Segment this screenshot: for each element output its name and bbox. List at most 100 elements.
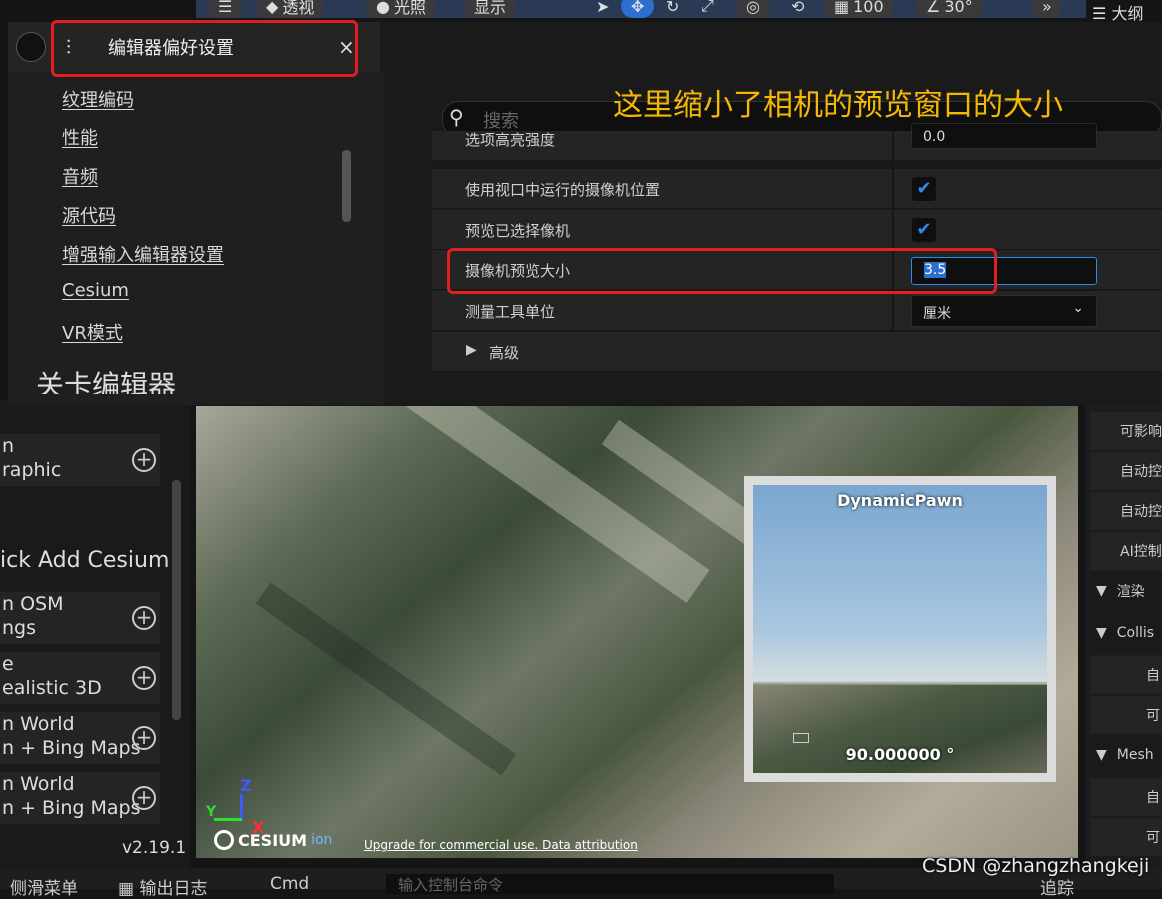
- details-row[interactable]: 自: [1090, 656, 1162, 694]
- category-nav: 纹理编码 性能 音频 源代码 增强输入编辑器设置 Cesium VR模式 关卡编…: [8, 72, 384, 405]
- expand-arrow-icon: ▼: [1096, 625, 1107, 641]
- scrollbar[interactable]: [172, 480, 181, 720]
- highlight-intensity-field[interactable]: 0.0: [911, 123, 1097, 149]
- add-icon[interactable]: +: [132, 786, 156, 810]
- details-panel: 可影响 自动控 自动控 AI控制 ▼ 渲染 ▼ Collis 自 可 ▼ Mesh 自…: [1086, 400, 1162, 870]
- expand-arrow-icon: ▼: [1096, 583, 1107, 599]
- section-label: Collis: [1116, 625, 1155, 641]
- add-icon[interactable]: +: [132, 606, 156, 630]
- console-input[interactable]: 输入控制台命令: [386, 874, 834, 894]
- checkbox-checked-icon[interactable]: ✔: [912, 218, 936, 242]
- watermark: CSDN @zhangzhangkeji: [922, 855, 1150, 877]
- lighting-button[interactable]: ● 光照: [366, 0, 436, 18]
- version-label: v2.19.1: [122, 838, 187, 858]
- list-item[interactable]: n World n + Bing Maps +: [0, 712, 160, 764]
- axis-y-label: Y: [206, 804, 217, 820]
- nav-item[interactable]: 纹理编码: [62, 86, 134, 112]
- details-row[interactable]: 可: [1090, 818, 1162, 856]
- highlight-box: [51, 20, 358, 77]
- show-button[interactable]: 显示: [464, 0, 517, 18]
- globe-icon[interactable]: ◎: [736, 0, 770, 18]
- details-row[interactable]: 自动控: [1090, 492, 1162, 530]
- nav-item[interactable]: 增强输入编辑器设置: [62, 241, 224, 267]
- camera-icon: [793, 733, 809, 743]
- cesium-logo: CESIUM ion: [214, 830, 332, 850]
- output-log-label: 输出日志: [139, 879, 208, 899]
- property-row: 预览已选择像机 ✔: [432, 210, 1162, 250]
- cesium-wordmark: CESIUM: [238, 830, 308, 850]
- row-label: 自: [1146, 668, 1160, 684]
- details-row[interactable]: 自: [1090, 778, 1162, 816]
- section-header[interactable]: ▼ Mesh: [1090, 736, 1162, 774]
- more-icon[interactable]: »: [1032, 0, 1062, 18]
- add-icon[interactable]: +: [132, 666, 156, 690]
- cmd-dropdown[interactable]: Cmd: [270, 874, 309, 894]
- details-row[interactable]: 自动控: [1090, 452, 1162, 490]
- list-item[interactable]: n OSM ngs +: [0, 592, 160, 644]
- camera-preview: DynamicPawn 90.000000 °: [744, 476, 1056, 782]
- list-item[interactable]: n World n + Bing Maps +: [0, 772, 160, 824]
- outliner-tab[interactable]: ☰ 大纲: [1092, 0, 1162, 23]
- property-row: 测量工具单位 厘米 ⌄: [432, 291, 1162, 331]
- expand-arrow-icon: ▼: [1096, 747, 1107, 763]
- nav-item[interactable]: 源代码: [62, 202, 116, 228]
- section-label: Mesh: [1116, 747, 1154, 763]
- log-icon: ▦: [118, 879, 140, 899]
- list-item[interactable]: n raphic +: [0, 434, 160, 486]
- drawer-button[interactable]: 侧滑菜单: [10, 874, 78, 899]
- expand-arrow-icon: ▶: [466, 342, 477, 358]
- nav-item[interactable]: Cesium: [62, 280, 129, 301]
- rotate-tool-icon[interactable]: ↻: [656, 0, 690, 18]
- preview-title: DynamicPawn: [837, 491, 963, 510]
- annotation-text: 这里缩小了相机的预览窗口的大小: [613, 88, 1063, 123]
- grid-icon: ▦: [834, 0, 850, 16]
- cube-icon: ◆: [266, 0, 279, 16]
- viewport-toolbar: ☰ ◆ 透视 ● 光照 显示 ➤ ✥ ↻ ⤢ ◎ ⟲ ▦ 100 ∠ 30° »: [196, 0, 1086, 18]
- dropdown-value: 厘米: [923, 306, 951, 322]
- cesium-ion-label: ion: [311, 832, 333, 848]
- menu-button[interactable]: ☰: [208, 0, 243, 18]
- grid-snap-button[interactable]: ▦ 100: [824, 0, 894, 18]
- output-log-button[interactable]: ▦ 输出日志: [118, 874, 207, 899]
- add-icon[interactable]: +: [132, 726, 156, 750]
- measure-unit-dropdown[interactable]: 厘米 ⌄: [911, 295, 1097, 327]
- advanced-section[interactable]: ▶ 高级: [432, 332, 1162, 372]
- row-label: 自动控: [1120, 464, 1162, 480]
- property-label: 测量工具单位: [465, 303, 556, 321]
- advanced-label: 高级: [489, 344, 520, 362]
- details-row[interactable]: AI控制: [1090, 532, 1162, 570]
- outliner-label: 大纲: [1111, 4, 1144, 23]
- scale-tool-icon[interactable]: ⤢: [691, 0, 724, 18]
- nav-item[interactable]: 音频: [62, 163, 98, 189]
- select-tool-icon[interactable]: ➤: [586, 0, 620, 18]
- details-row[interactable]: 可: [1090, 696, 1162, 734]
- angle-value: 30°: [944, 0, 973, 16]
- section-header[interactable]: ▼ Collis: [1090, 614, 1162, 652]
- row-label: 可: [1146, 830, 1160, 846]
- nav-section-title: 关卡编辑器: [36, 369, 177, 394]
- highlight-box: [447, 248, 997, 294]
- angle-snap-button[interactable]: ∠ 30°: [916, 0, 983, 18]
- unreal-logo-icon: [16, 32, 46, 62]
- row-label: AI控制: [1120, 544, 1162, 560]
- perspective-label: 透视: [282, 0, 315, 17]
- checkbox-checked-icon[interactable]: ✔: [912, 177, 936, 201]
- trace-button[interactable]: 追踪: [1040, 874, 1074, 899]
- nav-item[interactable]: VR模式: [62, 319, 123, 345]
- perspective-button[interactable]: ◆ 透视: [256, 0, 325, 18]
- list-item[interactable]: e ealistic 3D +: [0, 652, 160, 704]
- property-row: 使用视口中运行的摄像机位置 ✔: [432, 169, 1162, 209]
- terrain-shadow: [255, 582, 517, 776]
- nav-item[interactable]: 性能: [62, 124, 98, 150]
- attribution-link[interactable]: Upgrade for commercial use. Data attribu…: [364, 838, 638, 852]
- nav-scrollbar[interactable]: [342, 150, 351, 222]
- move-tool-icon[interactable]: ✥: [621, 0, 655, 18]
- section-header[interactable]: ▼ 渲染: [1090, 572, 1162, 610]
- surface-snap-icon[interactable]: ⟲: [781, 0, 815, 18]
- chevron-down-icon: ⌄: [1072, 300, 1084, 316]
- details-row[interactable]: 可影响: [1090, 412, 1162, 450]
- add-icon[interactable]: +: [132, 448, 156, 472]
- row-label: 自动控: [1120, 504, 1162, 520]
- sphere-icon: ●: [376, 0, 390, 16]
- row-label: 可影响: [1120, 424, 1162, 440]
